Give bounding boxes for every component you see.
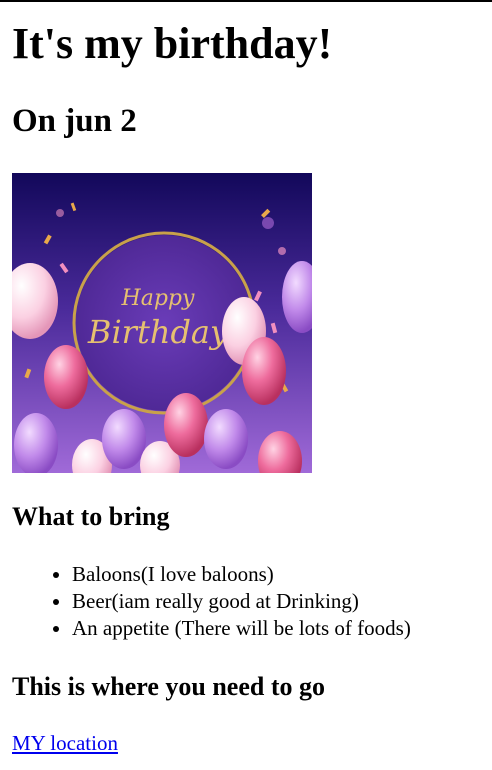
banner-greeting-happy: Happy [121,286,195,311]
page-title: It's my birthday! [12,19,333,68]
my-location-link[interactable]: MY location [12,730,118,757]
list-item: Beer(iam really good at Drinking) [72,588,411,615]
list-item: Baloons(I love baloons) [72,561,411,588]
list-item: An appetite (There will be lots of foods… [72,615,411,642]
what-to-bring-heading: What to bring [12,502,170,531]
birthday-banner-image: Happy Birthday [12,173,312,473]
top-border [0,0,492,2]
location-heading: This is where you need to go [12,672,325,701]
bring-list: Baloons(I love baloons) Beer(iam really … [12,561,411,642]
banner-greeting-birthday: Birthday [87,313,229,351]
page-subtitle-date: On jun 2 [12,103,137,139]
